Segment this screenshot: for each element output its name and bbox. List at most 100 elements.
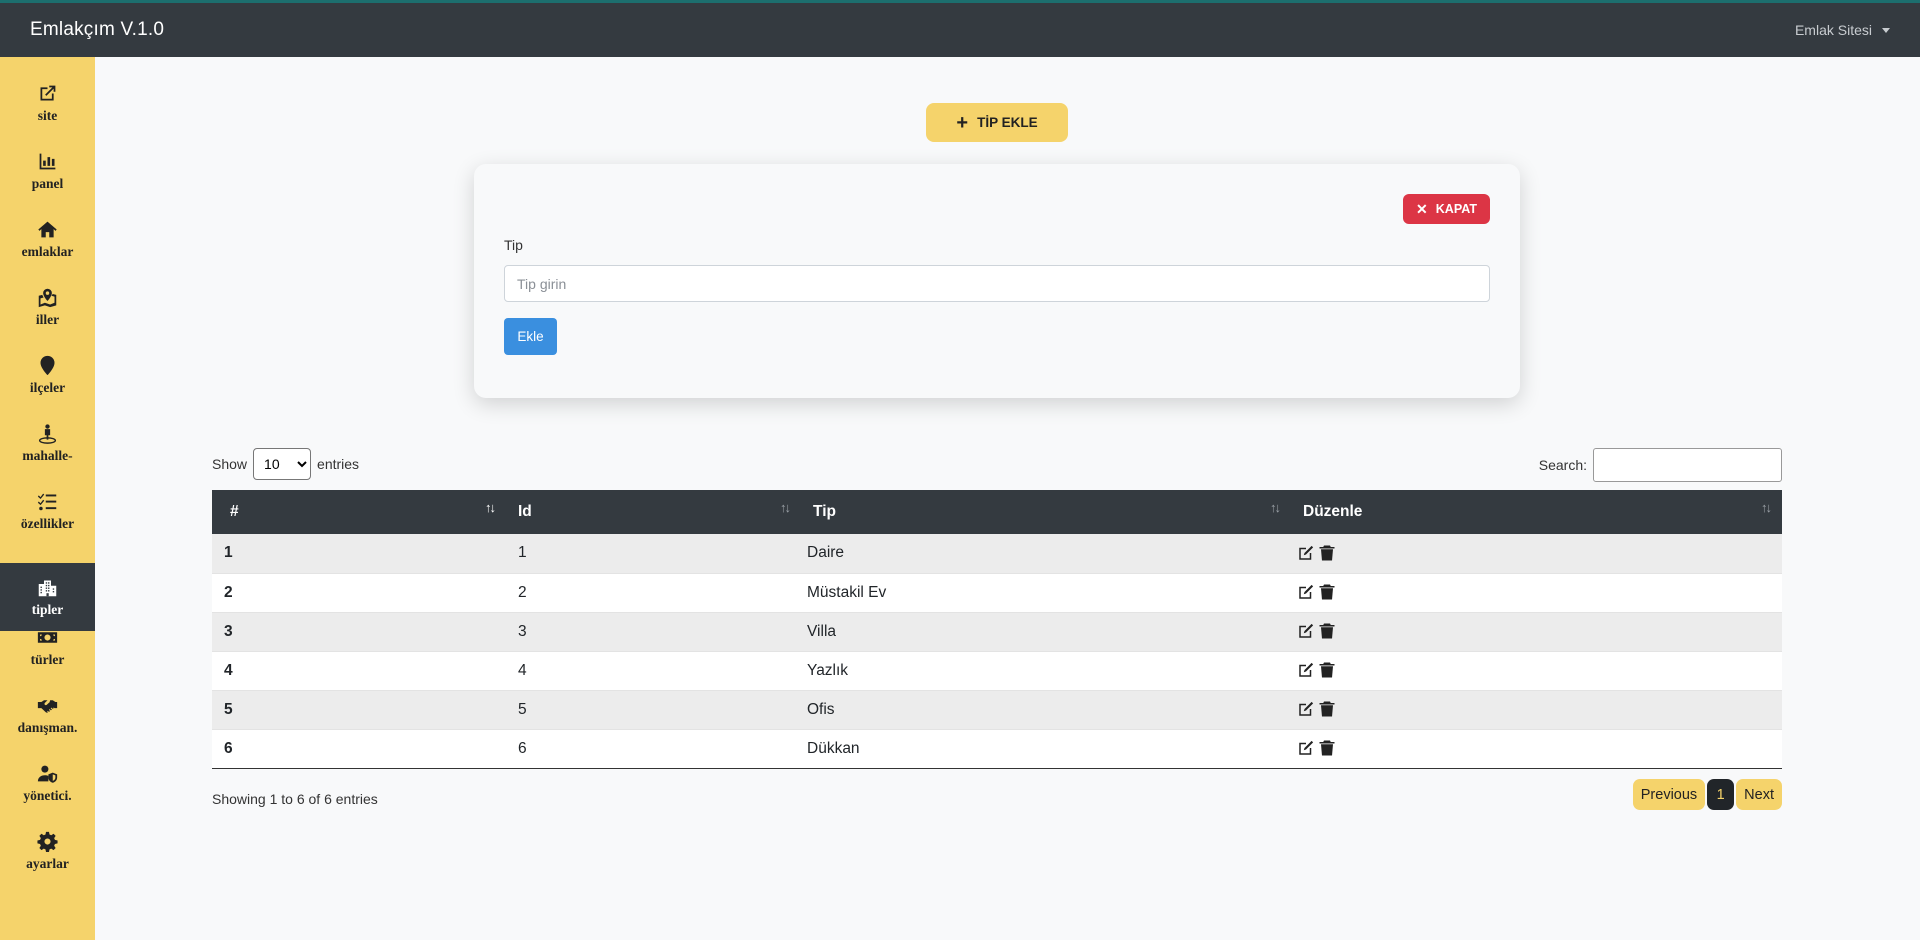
table-row: 2 2 Müstakil Ev (212, 573, 1782, 612)
table-body: 1 1 Daire 2 2 Müstakil Ev 3 3 Villa 4 4 Yazlık 5 5 Ofi… (212, 534, 1782, 768)
types-table: # ↑↓ Id ↑↓ Tip ↑↓ Düzenle ↑↓ 1 1 Daire 2 2 Müstak… (212, 490, 1782, 769)
cell-num: 3 (224, 622, 233, 640)
money-bill-icon (37, 627, 59, 649)
trash-icon[interactable] (1318, 739, 1336, 757)
sidebar-item-yonetici[interactable]: yönetici. (0, 749, 95, 817)
close-button[interactable]: ✕ KAPAT (1403, 194, 1490, 224)
cell-num: 1 (224, 544, 233, 562)
cell-num: 5 (224, 700, 233, 718)
cell-actions (1291, 690, 1782, 729)
table-info: Showing 1 to 6 of 6 entries (212, 791, 378, 807)
list-check-icon (37, 491, 59, 513)
cell-num: 4 (224, 661, 233, 679)
sidebar-item-panel[interactable]: panel (0, 137, 95, 205)
edit-icon[interactable] (1297, 739, 1315, 757)
close-icon: ✕ (1416, 200, 1428, 217)
sidebar-item-turler[interactable]: türler (0, 613, 95, 681)
add-type-button[interactable]: + TİP EKLE (926, 103, 1068, 142)
table-row: 4 4 Yazlık (212, 651, 1782, 690)
cell-id: 3 (518, 622, 527, 640)
edit-icon[interactable] (1297, 583, 1315, 601)
trash-icon[interactable] (1318, 583, 1336, 601)
current-page-button[interactable]: 1 (1707, 779, 1735, 810)
previous-page-button[interactable]: Previous (1632, 779, 1706, 810)
sidebar-item-site[interactable]: site (0, 69, 95, 137)
cell-num: 2 (224, 583, 233, 601)
search-label: Search: (1538, 457, 1587, 473)
trash-icon[interactable] (1318, 622, 1336, 640)
cell-tip: Müstakil Ev (807, 583, 887, 601)
sidebar-item-iller[interactable]: iller (0, 273, 95, 341)
search-input[interactable] (1593, 448, 1782, 482)
sidebar-label: ilçeler (29, 379, 66, 395)
site-dropdown-label: Emlak Sitesi (1794, 22, 1872, 38)
sidebar-label: mahalle- (22, 447, 73, 463)
cell-actions (1291, 651, 1782, 690)
map-marker-icon (37, 355, 59, 377)
sort-icon: ↑↓ (1761, 500, 1772, 515)
cell-tip: Yazlık (807, 661, 849, 679)
column-header-label: # (230, 503, 239, 520)
cell-actions (1291, 534, 1782, 573)
sidebar-item-danisman[interactable]: danışman. (0, 681, 95, 749)
cell-tip: Villa (807, 622, 837, 640)
pagination: Previous 1 Next (1632, 779, 1782, 810)
sidebar-item-mahalle[interactable]: mahalle- (0, 409, 95, 477)
edit-icon[interactable] (1297, 622, 1315, 640)
table-row: 1 1 Daire (212, 534, 1782, 573)
cell-id: 6 (518, 739, 527, 757)
entries-select[interactable]: 102550100 (253, 448, 312, 480)
submit-button[interactable]: Ekle (504, 318, 557, 355)
column-header-duzenle[interactable]: Düzenle ↑↓ (1291, 490, 1782, 534)
cell-id: 2 (518, 583, 527, 601)
add-type-form-card: ✕ KAPAT Tip Ekle (474, 164, 1520, 398)
column-header-tip[interactable]: Tip ↑↓ (801, 490, 1291, 534)
column-header-num[interactable]: # ↑↓ (212, 490, 506, 534)
street-view-icon (37, 423, 59, 445)
sidebar-label: emlaklar (21, 243, 74, 259)
add-type-label: TİP EKLE (977, 115, 1038, 130)
edit-icon[interactable] (1297, 700, 1315, 718)
sidebar-item-ozellikler[interactable]: özellikler (0, 477, 95, 545)
sidebar-item-emlaklar[interactable]: emlaklar (0, 205, 95, 273)
cell-actions (1291, 612, 1782, 651)
sidebar-label: ayarlar (26, 855, 69, 871)
sidebar-item-ilceler[interactable]: ilçeler (0, 341, 95, 409)
column-header-label: Düzenle (1303, 503, 1363, 520)
sort-icon: ↑↓ (1270, 500, 1281, 515)
column-header-label: Tip (813, 503, 836, 520)
sidebar-label: türler (30, 651, 65, 667)
cell-tip: Daire (807, 544, 845, 562)
table-row: 3 3 Villa (212, 612, 1782, 651)
trash-icon[interactable] (1318, 661, 1336, 679)
trash-icon[interactable] (1318, 544, 1336, 562)
sort-icon: ↑↓ (780, 500, 791, 515)
table-header-row: # ↑↓ Id ↑↓ Tip ↑↓ Düzenle ↑↓ (212, 490, 1782, 534)
gear-icon (37, 831, 59, 853)
cell-id: 5 (518, 700, 527, 718)
column-header-id[interactable]: Id ↑↓ (506, 490, 801, 534)
cell-num: 6 (224, 739, 233, 757)
trash-icon[interactable] (1318, 700, 1336, 718)
building-icon (37, 577, 59, 599)
datatable-controls: Show 102550100 entries Search: (212, 448, 1782, 482)
type-input[interactable] (504, 265, 1490, 302)
brand-title[interactable]: Emlakçım V.1.0 (30, 19, 164, 41)
sidebar-item-ayarlar[interactable]: ayarlar (0, 817, 95, 885)
handshake-icon (37, 695, 59, 717)
sidebar-label: danışman. (17, 719, 78, 735)
edit-icon[interactable] (1297, 661, 1315, 679)
bar-chart-icon (37, 151, 59, 173)
sidebar-label: site (37, 107, 58, 123)
search-control: Search: (1539, 448, 1782, 482)
site-dropdown[interactable]: Emlak Sitesi (1795, 22, 1890, 38)
cell-actions (1291, 729, 1782, 768)
length-control: Show 102550100 entries (212, 448, 359, 480)
next-page-button[interactable]: Next (1736, 779, 1782, 810)
column-header-label: Id (518, 503, 532, 520)
cell-id: 1 (518, 544, 527, 562)
edit-icon[interactable] (1297, 544, 1315, 562)
cell-actions (1291, 573, 1782, 612)
cell-tip: Ofis (807, 700, 835, 718)
table-row: 5 5 Ofis (212, 690, 1782, 729)
